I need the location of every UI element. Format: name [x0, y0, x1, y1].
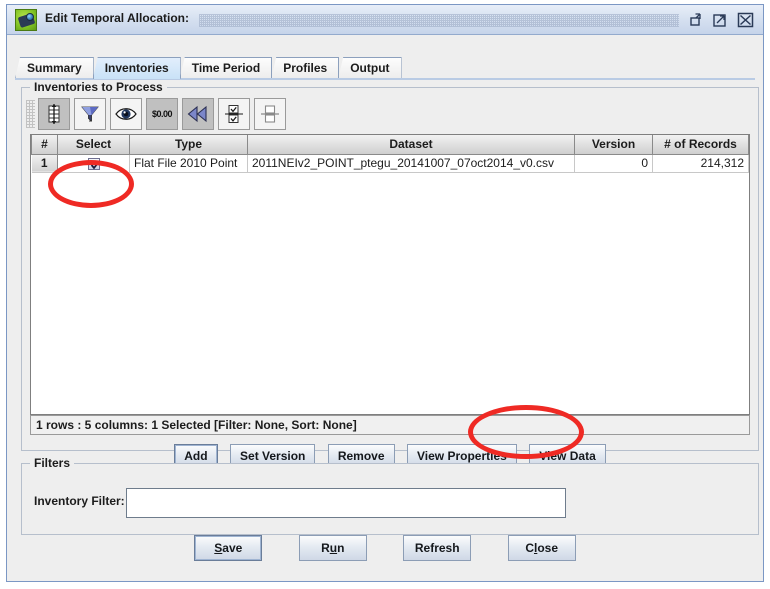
sort-columns-icon[interactable] — [38, 98, 70, 130]
column-header-number[interactable]: # — [31, 135, 58, 155]
table-header-row: # Select Type Dataset Version # of Recor… — [31, 135, 749, 155]
tab-time-period[interactable]: Time Period — [179, 57, 273, 79]
row-select-cell[interactable] — [57, 154, 130, 173]
filters-panel-title: Filters — [30, 456, 75, 470]
tab-inventories[interactable]: Inventories — [92, 57, 181, 79]
save-button[interactable]: Save — [194, 535, 263, 561]
row-number-cell: 1 — [31, 154, 58, 173]
edit-temporal-allocation-window: Edit Temporal Allocation: Summary Invent… — [6, 4, 764, 582]
inventories-panel-title: Inventories to Process — [30, 80, 167, 94]
run-mnemonic: u — [329, 541, 338, 555]
maximize-icon[interactable] — [711, 11, 730, 29]
save-post: ave — [222, 541, 243, 555]
rewind-icon[interactable] — [182, 98, 214, 130]
screen-background: Edit Temporal Allocation: Summary Invent… — [0, 0, 770, 589]
tab-time-period-label: Time Period — [191, 61, 261, 75]
tab-output[interactable]: Output — [338, 57, 402, 79]
refresh-button[interactable]: Refresh — [403, 535, 472, 561]
restore-down-icon[interactable] — [688, 11, 707, 29]
filters-panel: Filters Inventory Filter: — [21, 456, 759, 535]
run-pre: R — [321, 541, 330, 555]
inventories-to-process-panel: Inventories to Process $0.00 # Select Ty… — [21, 80, 759, 468]
column-header-records[interactable]: # of Records — [652, 135, 749, 155]
inventories-table[interactable]: # Select Type Dataset Version # of Recor… — [30, 134, 750, 415]
inventory-filter-input[interactable] — [126, 488, 566, 518]
close-pre: C — [525, 541, 534, 555]
run-button[interactable]: Run — [298, 535, 367, 561]
table-status-bar: 1 rows : 5 columns: 1 Selected [Filter: … — [30, 415, 750, 435]
inventory-filter-label: Inventory Filter: — [34, 494, 125, 508]
tab-profiles-label: Profiles — [283, 61, 328, 75]
close-post: ose — [537, 541, 559, 555]
toolbar-drag-handle[interactable] — [26, 100, 35, 128]
row-type-cell: Flat File 2010 Point — [129, 154, 248, 173]
row-records-cell: 214,312 — [652, 154, 749, 173]
row-dataset-cell: 2011NEIv2_POINT_ptegu_20141007_07oct2014… — [247, 154, 575, 173]
window-content: Summary Inventories Time Period Profiles… — [7, 35, 763, 581]
close-icon[interactable] — [736, 11, 755, 29]
column-header-version[interactable]: Version — [574, 135, 653, 155]
currency-format-label: $0.00 — [151, 109, 173, 119]
select-all-icon[interactable] — [218, 98, 250, 130]
tab-summary[interactable]: Summary — [15, 57, 94, 79]
filter-funnel-icon[interactable] — [74, 98, 106, 130]
title-bar-texture — [199, 14, 679, 27]
clear-selection-icon[interactable] — [254, 98, 286, 130]
currency-format-icon[interactable]: $0.00 — [146, 98, 178, 130]
window-title: Edit Temporal Allocation: — [45, 11, 190, 25]
tab-profiles[interactable]: Profiles — [271, 57, 340, 79]
telescope-icon — [15, 9, 37, 31]
table-row[interactable]: 1 Flat File 2010 Point 2011NEIv2_POINT_p… — [31, 154, 749, 173]
tab-summary-label: Summary — [27, 61, 82, 75]
tab-bar: Summary Inventories Time Period Profiles… — [15, 57, 755, 79]
dialog-buttons: Save Run Refresh Close — [7, 535, 763, 561]
window-title-bar[interactable]: Edit Temporal Allocation: — [7, 5, 763, 35]
row-version-cell: 0 — [574, 154, 653, 173]
close-button[interactable]: Close — [507, 535, 576, 561]
column-header-type[interactable]: Type — [129, 135, 248, 155]
column-header-dataset[interactable]: Dataset — [247, 135, 575, 155]
eye-view-icon[interactable] — [110, 98, 142, 130]
select-checkbox[interactable] — [87, 157, 100, 170]
refresh-pre: Refresh — [414, 541, 460, 555]
column-header-select[interactable]: Select — [57, 135, 130, 155]
run-post: n — [337, 541, 345, 555]
tab-inventories-label: Inventories — [104, 61, 169, 75]
tab-output-label: Output — [350, 61, 390, 75]
